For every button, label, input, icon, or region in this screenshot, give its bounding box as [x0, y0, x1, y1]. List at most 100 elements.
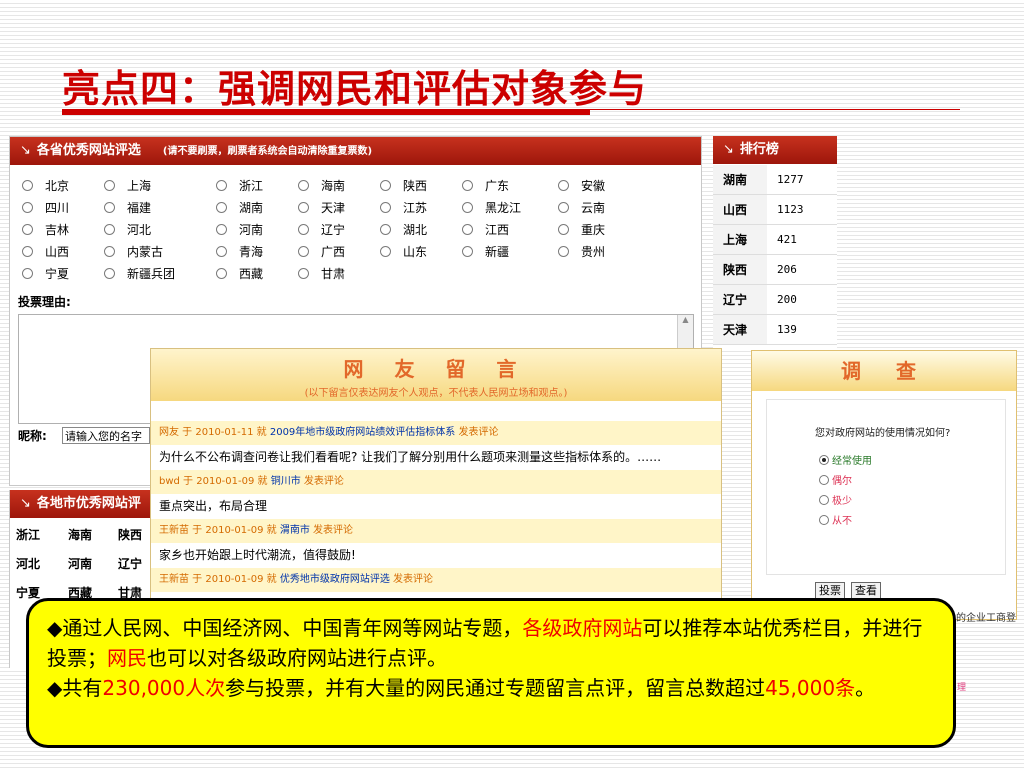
province-option[interactable]: 河南: [216, 221, 263, 238]
radio-icon[interactable]: [380, 246, 391, 257]
radio-icon[interactable]: [216, 202, 227, 213]
province-option[interactable]: 宁夏: [22, 265, 69, 282]
radio-icon[interactable]: [104, 268, 115, 279]
survey-title: 调 查: [841, 359, 930, 383]
province-option[interactable]: 青海: [216, 243, 263, 260]
province-option[interactable]: 甘肃: [298, 265, 345, 282]
city-item[interactable]: 河北: [16, 555, 40, 572]
radio-icon[interactable]: [462, 180, 473, 191]
radio-icon[interactable]: [22, 268, 33, 279]
city-item[interactable]: 宁夏: [16, 584, 40, 601]
survey-option[interactable]: 经常使用: [819, 452, 872, 467]
radio-icon[interactable]: [558, 202, 569, 213]
ranking-province: 天津: [713, 315, 767, 344]
province-option[interactable]: 浙江: [216, 177, 263, 194]
ranking-row[interactable]: 天津 139: [713, 315, 837, 345]
province-option[interactable]: 福建: [104, 199, 151, 216]
radio-icon[interactable]: [380, 180, 391, 191]
radio-icon[interactable]: [104, 224, 115, 235]
radio-icon[interactable]: [104, 202, 115, 213]
province-label: 新疆兵团: [127, 267, 176, 281]
province-option[interactable]: 云南: [558, 199, 605, 216]
province-option[interactable]: 西藏: [216, 265, 263, 282]
radio-icon[interactable]: [22, 246, 33, 257]
province-option[interactable]: 重庆: [558, 221, 605, 238]
comment-topic-link[interactable]: 2009年地市级政府网站绩效评估指标体系: [270, 427, 455, 438]
ranking-row[interactable]: 陕西 206: [713, 255, 837, 285]
survey-option[interactable]: 从不: [819, 512, 852, 527]
province-option[interactable]: 广东: [462, 177, 509, 194]
province-label: 天津: [321, 201, 346, 215]
province-option[interactable]: 山东: [380, 243, 427, 260]
province-option[interactable]: 海南: [298, 177, 345, 194]
callout-emphasis: 网民: [107, 646, 147, 670]
city-item[interactable]: 海南: [68, 526, 92, 543]
radio-icon[interactable]: [104, 180, 115, 191]
radio-icon[interactable]: [298, 202, 309, 213]
province-option[interactable]: 内蒙古: [104, 243, 163, 260]
radio-icon[interactable]: [298, 180, 309, 191]
comment-topic-link[interactable]: 渭南市: [280, 525, 310, 536]
radio-icon[interactable]: [462, 202, 473, 213]
province-option[interactable]: 上海: [104, 177, 151, 194]
comment-topic-link[interactable]: 优秀地市级政府网站评选: [280, 574, 390, 585]
comment-topic-link[interactable]: 铜川市: [271, 476, 301, 487]
radio-icon[interactable]: [462, 224, 473, 235]
radio-icon[interactable]: [298, 224, 309, 235]
radio-icon[interactable]: [216, 180, 227, 191]
province-option[interactable]: 河北: [104, 221, 151, 238]
province-option[interactable]: 山西: [22, 243, 69, 260]
province-option[interactable]: 辽宁: [298, 221, 345, 238]
province-option[interactable]: 吉林: [22, 221, 69, 238]
radio-icon[interactable]: [819, 494, 829, 505]
survey-option[interactable]: 极少: [819, 492, 852, 507]
city-item[interactable]: 辽宁: [118, 555, 142, 572]
province-option[interactable]: 安徽: [558, 177, 605, 194]
radio-icon[interactable]: [298, 268, 309, 279]
radio-icon[interactable]: [298, 246, 309, 257]
province-option[interactable]: 贵州: [558, 243, 605, 260]
province-option[interactable]: 新疆兵团: [104, 265, 175, 282]
radio-icon[interactable]: [22, 180, 33, 191]
radio-icon[interactable]: [558, 224, 569, 235]
province-option[interactable]: 江西: [462, 221, 509, 238]
province-option[interactable]: 湖南: [216, 199, 263, 216]
province-option[interactable]: 湖北: [380, 221, 427, 238]
province-label: 辽宁: [321, 223, 346, 237]
province-option[interactable]: 北京: [22, 177, 69, 194]
nickname-input[interactable]: 请输入您的名字: [62, 427, 150, 444]
radio-icon[interactable]: [380, 202, 391, 213]
ranking-row[interactable]: 辽宁 200: [713, 285, 837, 315]
ranking-row[interactable]: 湖南 1277: [713, 165, 837, 195]
radio-icon[interactable]: [216, 246, 227, 257]
radio-icon[interactable]: [216, 268, 227, 279]
city-item[interactable]: 浙江: [16, 526, 40, 543]
ranking-row[interactable]: 山西 1123: [713, 195, 837, 225]
province-option[interactable]: 四川: [22, 199, 69, 216]
comment-author-date: 王新苗 于 2010-01-09 就: [159, 525, 277, 536]
city-item[interactable]: 陕西: [118, 526, 142, 543]
province-option[interactable]: 新疆: [462, 243, 509, 260]
city-item[interactable]: 河南: [68, 555, 92, 572]
radio-icon[interactable]: [819, 514, 829, 525]
radio-icon[interactable]: [558, 246, 569, 257]
radio-icon[interactable]: [104, 246, 115, 257]
ranking-row[interactable]: 上海 421: [713, 225, 837, 255]
vote-panel-note: (请不要刷票，刷票者系统会自动清除重复票数): [162, 146, 373, 157]
province-option[interactable]: 陕西: [380, 177, 427, 194]
province-option[interactable]: 江苏: [380, 199, 427, 216]
radio-icon[interactable]: [380, 224, 391, 235]
province-option[interactable]: 黑龙江: [462, 199, 521, 216]
radio-icon[interactable]: [558, 180, 569, 191]
radio-icon[interactable]: [819, 454, 829, 465]
radio-icon[interactable]: [216, 224, 227, 235]
radio-icon[interactable]: [462, 246, 473, 257]
survey-option[interactable]: 偶尔: [819, 472, 852, 487]
radio-icon[interactable]: [819, 474, 829, 485]
radio-icon[interactable]: [22, 202, 33, 213]
comment-meta: 网友 于 2010-01-11 就 2009年地市级政府网站绩效评估指标体系 发…: [151, 421, 721, 445]
province-option[interactable]: 广西: [298, 243, 345, 260]
radio-icon[interactable]: [22, 224, 33, 235]
callout-text: 也可以对各级政府网站进行点评。: [147, 646, 447, 670]
province-option[interactable]: 天津: [298, 199, 345, 216]
